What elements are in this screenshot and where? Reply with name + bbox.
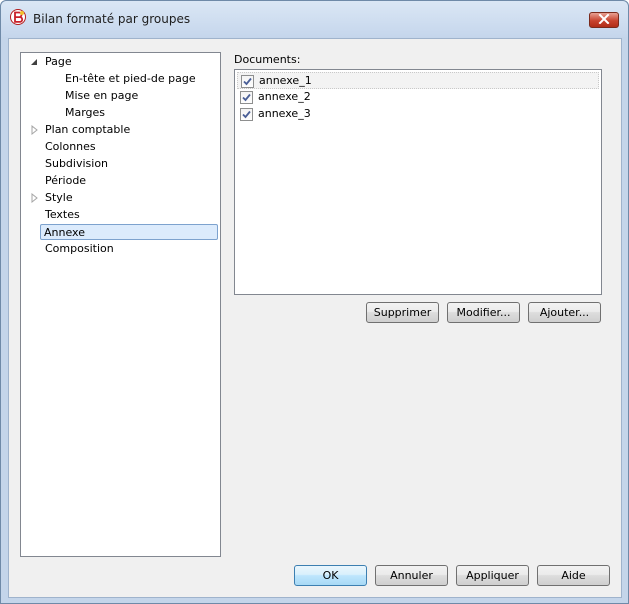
tree-item[interactable]: Textes bbox=[23, 207, 218, 223]
document-checkbox[interactable] bbox=[240, 91, 253, 104]
tree-item[interactable]: Mise en page bbox=[23, 88, 218, 104]
close-button[interactable] bbox=[589, 12, 619, 28]
apply-button[interactable]: Appliquer bbox=[456, 565, 529, 586]
collapsed-arrow-icon[interactable] bbox=[29, 125, 39, 135]
tree-item-label: Composition bbox=[45, 242, 114, 255]
tree-item-label: Plan comptable bbox=[45, 123, 131, 136]
ok-button[interactable]: OK bbox=[294, 565, 367, 586]
documents-list[interactable]: annexe_1 annexe_2 annexe_3 bbox=[234, 69, 602, 295]
tree-item-label: En-tête et pied-de page bbox=[65, 72, 196, 85]
tree-item[interactable]: Subdivision bbox=[23, 156, 218, 172]
tree-item[interactable]: Annexe bbox=[40, 224, 218, 240]
tree-item[interactable]: Style bbox=[23, 190, 218, 206]
document-label: annexe_1 bbox=[259, 74, 312, 87]
checkmark-icon bbox=[243, 77, 252, 86]
tree-item[interactable]: Plan comptable bbox=[23, 122, 218, 138]
tree-item[interactable]: Période bbox=[23, 173, 218, 189]
tree-item-label: Style bbox=[45, 191, 73, 204]
tree-item-label: Subdivision bbox=[45, 157, 109, 170]
checkmark-icon bbox=[242, 93, 251, 102]
edit-button[interactable]: Modifier... bbox=[447, 302, 520, 323]
document-checkbox[interactable] bbox=[240, 108, 253, 121]
dialog-window: Bilan formaté par groupes Page En-tête et… bbox=[0, 0, 629, 604]
document-checkbox[interactable] bbox=[241, 75, 254, 88]
document-row[interactable]: annexe_1 bbox=[237, 72, 599, 89]
tree-item[interactable]: Page bbox=[23, 54, 218, 70]
cancel-button[interactable]: Annuler bbox=[375, 565, 448, 586]
tree-item-label: Annexe bbox=[44, 226, 85, 239]
dialog-body: Page En-tête et pied-de page Mise en page M… bbox=[8, 38, 622, 598]
add-button[interactable]: Ajouter... bbox=[528, 302, 601, 323]
close-icon bbox=[598, 13, 610, 27]
expanded-arrow-icon[interactable] bbox=[29, 57, 39, 67]
tree-item[interactable]: Composition bbox=[23, 241, 218, 257]
tree-item[interactable]: Marges bbox=[23, 105, 218, 121]
tree-item[interactable]: Colonnes bbox=[23, 139, 218, 155]
document-row[interactable]: annexe_2 bbox=[237, 89, 599, 106]
tree-item-label: Page bbox=[45, 55, 72, 68]
collapsed-arrow-icon[interactable] bbox=[29, 193, 39, 203]
tree-item-label: Période bbox=[45, 174, 87, 187]
document-row[interactable]: annexe_3 bbox=[237, 106, 599, 123]
document-label: annexe_3 bbox=[258, 107, 311, 120]
tree-item-label: Textes bbox=[45, 208, 80, 221]
tree-item-label: Mise en page bbox=[65, 89, 139, 102]
tree-item[interactable]: En-tête et pied-de page bbox=[23, 71, 218, 87]
title-bar[interactable]: Bilan formaté par groupes bbox=[1, 1, 628, 37]
settings-tree[interactable]: Page En-tête et pied-de page Mise en page M… bbox=[20, 52, 221, 557]
tree-item-label: Colonnes bbox=[45, 140, 96, 153]
banana-app-icon bbox=[10, 9, 26, 25]
delete-button[interactable]: Supprimer bbox=[366, 302, 439, 323]
tree-item-label: Marges bbox=[65, 106, 106, 119]
documents-label: Documents: bbox=[234, 53, 301, 66]
document-label: annexe_2 bbox=[258, 90, 311, 103]
window-title: Bilan formaté par groupes bbox=[33, 12, 191, 26]
help-button[interactable]: Aide bbox=[537, 565, 610, 586]
checkmark-icon bbox=[242, 110, 251, 119]
